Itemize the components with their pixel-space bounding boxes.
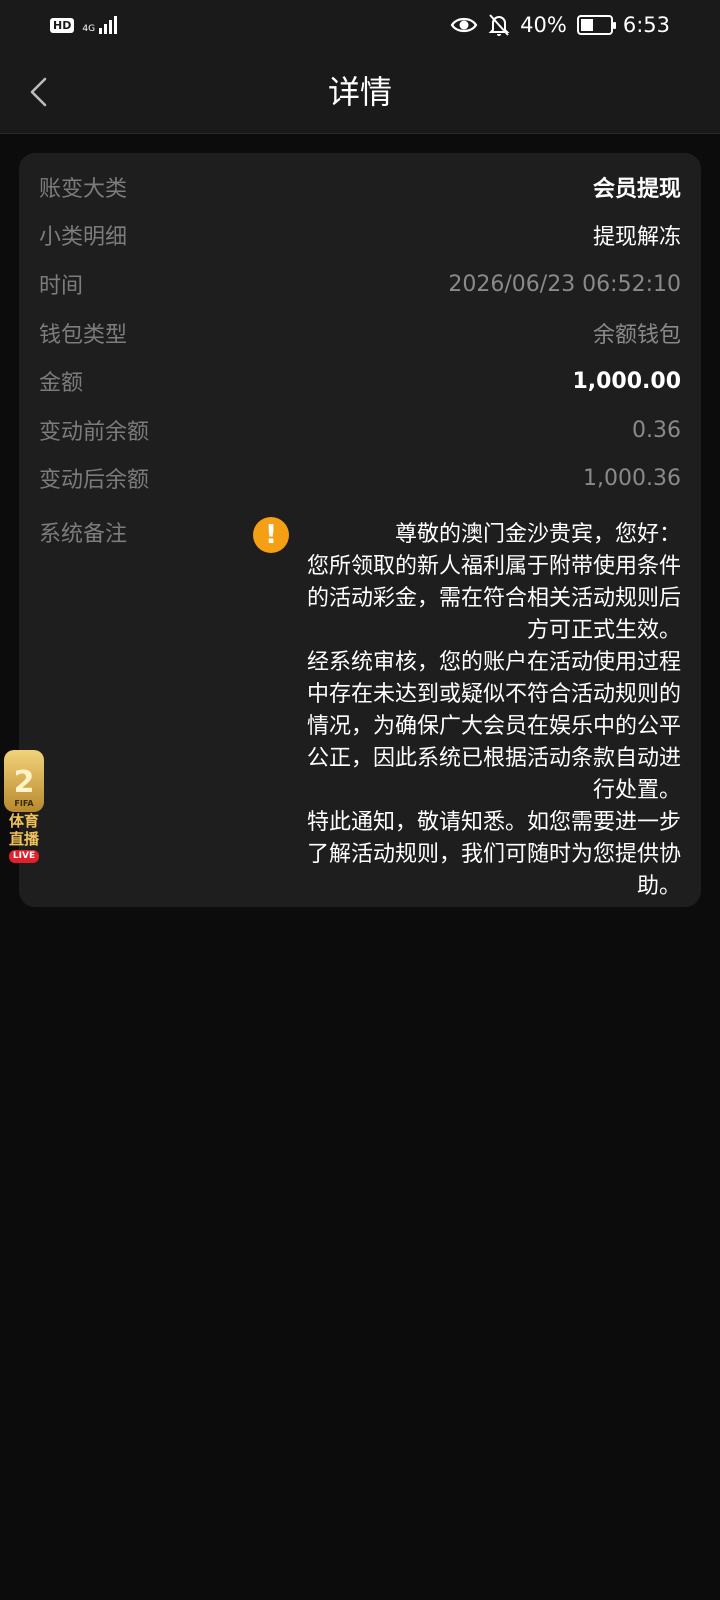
row-label: 时间 — [39, 274, 84, 299]
row-label: 变动前余额 — [39, 420, 150, 445]
eye-icon — [450, 17, 478, 33]
detail-row-amount: 金额 1,000.00 — [39, 363, 681, 399]
row-value: 2026/06/23 06:52:10 — [448, 271, 681, 297]
clock: 6:53 — [622, 13, 670, 37]
detail-row-wallet: 钱包类型 余额钱包 — [39, 315, 681, 351]
row-label: 变动后余额 — [39, 468, 150, 493]
row-label: 小类明细 — [39, 225, 128, 250]
detail-row-time: 时间 2026/06/23 06:52:10 — [39, 266, 681, 302]
remark-text: 尊敬的澳门金沙贵宾，您好： 您所领取的新人福利属于附带使用条件的活动彩金，需在符… — [306, 522, 681, 899]
trophy-icon: 2 FIFA — [4, 750, 44, 812]
live-tag: LIVE — [8, 850, 40, 863]
hd-badge: HD — [50, 17, 75, 33]
detail-row-balance-before: 变动前余额 0.36 — [39, 412, 681, 448]
detail-row-category: 账变大类 会员提现 — [39, 169, 681, 205]
fifa-label: FIFA — [14, 799, 34, 808]
nav-bar: 详情 — [0, 50, 720, 134]
row-value: 会员提现 — [592, 177, 681, 202]
status-right: 40% 6:53 — [450, 13, 670, 37]
signal-icon: 4G — [82, 16, 118, 34]
row-value: 1,000.00 — [572, 368, 681, 394]
network-type: 4G — [82, 24, 96, 34]
badge-label-line2: 直播 — [8, 830, 39, 848]
warning-icon: ! — [253, 517, 289, 553]
page-title: 详情 — [327, 73, 392, 111]
badge-label-line1: 体育 — [8, 812, 39, 830]
status-bar: HD 4G 40% 6:53 — [0, 0, 720, 50]
row-label: 金额 — [39, 371, 84, 396]
row-label: 钱包类型 — [39, 323, 128, 348]
row-value: 余额钱包 — [592, 323, 681, 348]
row-value: 0.36 — [632, 417, 681, 443]
battery-percent: 40% — [520, 13, 567, 37]
row-value: 1,000.36 — [583, 465, 681, 491]
remark-label: 系统备注 — [39, 522, 128, 547]
bell-off-icon — [488, 14, 510, 36]
detail-card: 账变大类 会员提现 小类明细 提现解冻 时间 2026/06/23 06:52:… — [19, 153, 701, 907]
status-left: HD 4G — [50, 16, 118, 34]
detail-row-balance-after: 变动后余额 1,000.36 — [39, 460, 681, 496]
battery-charging-icon — [576, 15, 616, 35]
sports-live-badge[interactable]: 2 FIFA 体育 直播 LIVE — [2, 750, 46, 868]
detail-row-subcategory: 小类明细 提现解冻 — [39, 217, 681, 253]
row-value: 提现解冻 — [592, 225, 681, 250]
row-label: 账变大类 — [39, 177, 128, 202]
